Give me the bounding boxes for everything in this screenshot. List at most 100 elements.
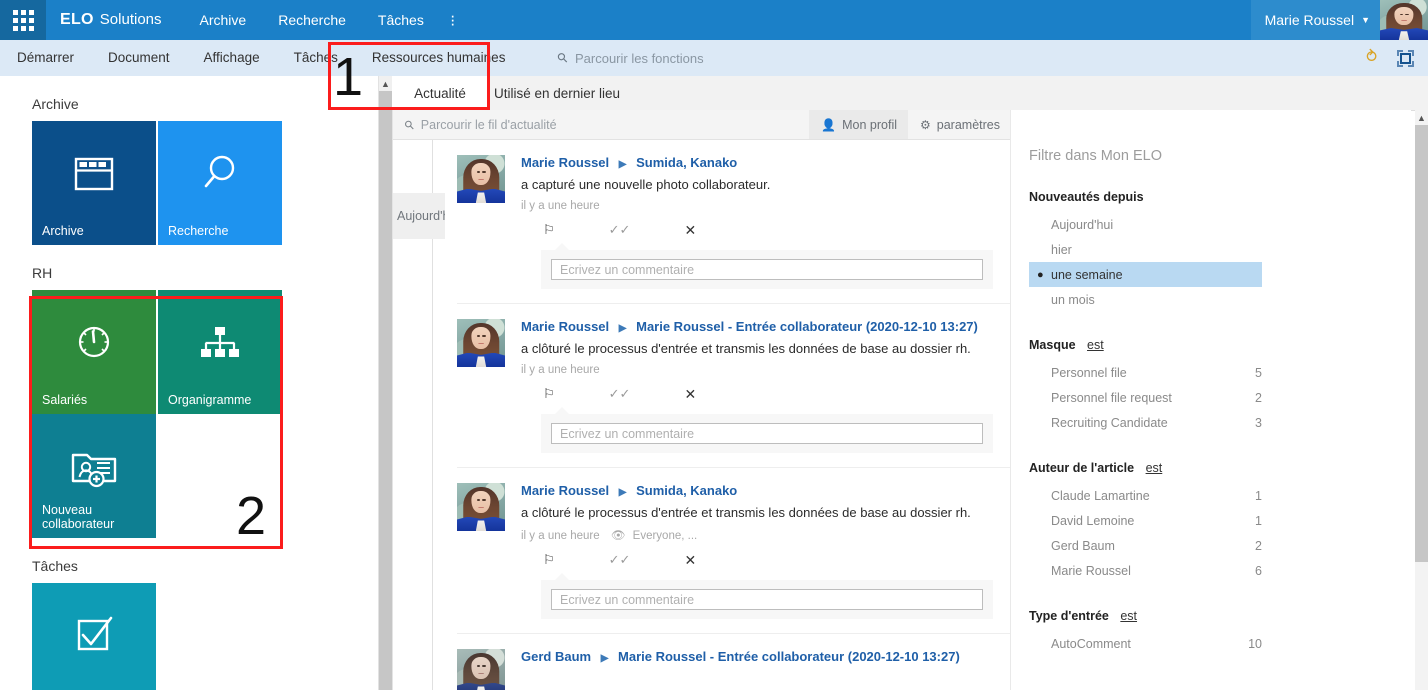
post-author[interactable]: Gerd Baum (521, 649, 591, 664)
flag-icon[interactable]: ⚐ (543, 553, 555, 567)
topnav-item-archive[interactable]: Archive (184, 0, 263, 40)
filter-row-label: Personnel file request (1051, 390, 1172, 405)
filter-row-recruiting-candidate[interactable]: Recruiting Candidate 3 (1029, 410, 1262, 435)
filter-row-count: 1 (1255, 488, 1262, 503)
ribbon-item-ressources-humaines[interactable]: Ressources humaines (355, 40, 523, 76)
refresh-currency-icon[interactable]: ⥁ (1366, 50, 1377, 66)
topnav-item-taches[interactable]: Tâches (362, 0, 440, 40)
tile-row-rh-1: Salariés Organigramme (32, 290, 378, 414)
filter-row-une-semaine[interactable]: ● une semaine (1029, 262, 1262, 287)
post-target[interactable]: Sumida, Kanako (636, 155, 737, 170)
post-time: il y a une heure (521, 200, 600, 212)
post-author[interactable]: Marie Roussel (521, 155, 609, 170)
ribbon-item-demarrer[interactable]: Démarrer (0, 40, 91, 76)
focus-frame-icon[interactable] (1397, 49, 1414, 67)
close-icon[interactable]: ✕ (684, 387, 696, 401)
user-menu-button[interactable]: Marie Roussel ▼ (1250, 0, 1380, 40)
post-meta: il y a une heure (521, 200, 993, 212)
comment-placeholder: Ecrivez un commentaire (560, 262, 695, 277)
double-check-icon[interactable]: ✓✓ (609, 223, 631, 237)
comment-input[interactable]: Ecrivez un commentaire (551, 259, 983, 280)
tile-group-title-rh: RH (32, 265, 53, 281)
comment-box: Ecrivez un commentaire (541, 573, 993, 619)
tile-sidebar: Archive Archive Recherche RH Salariés Or… (0, 76, 378, 690)
tile-archive[interactable]: Archive (32, 121, 156, 245)
tile-group-title-archive: Archive (32, 96, 79, 112)
avatar[interactable] (1380, 0, 1428, 40)
tile-label-salaries: Salariés (42, 393, 88, 407)
filter-row-personnel-file[interactable]: Personnel file 5 (1029, 360, 1262, 385)
double-check-icon[interactable]: ✓✓ (609, 387, 631, 401)
topnav-item-recherche[interactable]: Recherche (262, 0, 362, 40)
feed-body[interactable]: Aujourd'h Marie Roussel ▶ Sumida, Kanako… (393, 140, 1011, 690)
post-avatar (457, 483, 505, 531)
scrollbar-thumb[interactable] (379, 91, 392, 690)
org-chart-icon (158, 320, 282, 366)
close-icon[interactable]: ✕ (684, 553, 696, 567)
comment-input[interactable]: Ecrivez un commentaire (551, 423, 983, 444)
close-icon[interactable]: ✕ (684, 223, 696, 237)
scroll-up-arrow-icon[interactable]: ▲ (1415, 110, 1428, 125)
comment-input[interactable]: Ecrivez un commentaire (551, 589, 983, 610)
ribbon-item-taches[interactable]: Tâches (277, 40, 355, 76)
ribbon-item-document[interactable]: Document (91, 40, 187, 76)
filter-operator-est[interactable]: est (1146, 461, 1163, 475)
ribbon-menu-bar: Démarrer Document Affichage Tâches Resso… (0, 40, 1428, 76)
profile-card-icon: 👤 (821, 117, 837, 132)
post-time: il y a une heure (521, 364, 600, 376)
tile-recherche[interactable]: Recherche (158, 121, 282, 245)
archive-window-icon (32, 151, 156, 197)
feed-search-input[interactable]: ⚲ Parcourir le fil d'actualité (393, 110, 809, 139)
filter-operator-est[interactable]: est (1087, 338, 1104, 352)
post-author[interactable]: Marie Roussel (521, 483, 609, 498)
post-meta: il y a une heure 👁 Everyone, ... (521, 528, 993, 542)
top-nav: Archive Recherche Tâches · · · (184, 0, 466, 40)
filter-row-hier[interactable]: hier (1029, 237, 1262, 262)
mon-profil-button[interactable]: 👤 Mon profil (809, 110, 908, 139)
filter-row-un-mois[interactable]: un mois (1029, 287, 1262, 312)
flag-icon[interactable]: ⚐ (543, 223, 555, 237)
filter-operator-est[interactable]: est (1120, 609, 1137, 623)
arrow-right-icon: ▶ (618, 323, 627, 334)
filter-row-david-lemoine[interactable]: David Lemoine 1 (1029, 508, 1262, 533)
more-vertical-icon[interactable]: · · · (440, 7, 466, 32)
tile-nouveau-collaborateur[interactable]: Nouveau collaborateur (32, 414, 156, 538)
gear-icon: ⚙ (920, 117, 931, 132)
filter-row-count: 5 (1255, 365, 1262, 380)
tab-utilise-en-dernier-lieu[interactable]: Utilisé en dernier lieu (492, 76, 654, 110)
post-target[interactable]: Marie Roussel - Entrée collaborateur (20… (636, 319, 978, 334)
tile-taches[interactable] (32, 583, 156, 690)
filter-row-label: David Lemoine (1051, 513, 1135, 528)
filter-row-personnel-file-request[interactable]: Personnel file request 2 (1029, 385, 1262, 410)
parametres-button[interactable]: ⚙ paramètres (908, 110, 1011, 139)
post-headline: Gerd Baum ▶ Marie Roussel - Entrée colla… (521, 649, 993, 667)
ribbon-item-affichage[interactable]: Affichage (187, 40, 277, 76)
apps-grid-button[interactable] (0, 0, 46, 40)
filter-row-marie-roussel[interactable]: Marie Roussel 6 (1029, 558, 1262, 583)
post-visibility: Everyone, ... (632, 530, 698, 542)
filter-row-label: Aujourd'hui (1051, 217, 1114, 232)
double-check-icon[interactable]: ✓✓ (609, 553, 631, 567)
scroll-up-arrow-icon[interactable]: ▲ (379, 76, 392, 91)
tile-salaries[interactable]: Salariés (32, 290, 156, 414)
filter-row-autocomment[interactable]: AutoComment 10 (1029, 631, 1262, 656)
tile-organigramme[interactable]: Organigramme (158, 290, 282, 414)
flag-icon[interactable]: ⚐ (543, 387, 555, 401)
post-author[interactable]: Marie Roussel (521, 319, 609, 334)
elo-web-client: ELO Solutions Archive Recherche Tâches ·… (0, 0, 1428, 690)
function-search-input[interactable]: ⚲ Parcourir les fonctions (554, 49, 703, 66)
post-target[interactable]: Sumida, Kanako (636, 483, 737, 498)
filter-row-count: 2 (1255, 538, 1262, 553)
sidebar-scrollbar[interactable]: ▲ (378, 76, 392, 690)
filter-row-claude-lamartine[interactable]: Claude Lamartine 1 (1029, 483, 1262, 508)
post-body: Gerd Baum ▶ Marie Roussel - Entrée colla… (521, 649, 993, 690)
filter-panel-scrollbar[interactable]: ▲ (1415, 110, 1428, 690)
filter-row-gerd-baum[interactable]: Gerd Baum 2 (1029, 533, 1262, 558)
filter-group-label-text: Nouveautés depuis (1029, 190, 1144, 204)
tile-label-nouveau-line1: Nouveau (42, 503, 93, 517)
post-target[interactable]: Marie Roussel - Entrée collaborateur (20… (618, 649, 960, 664)
tab-actualite[interactable]: Actualité (392, 76, 488, 110)
filter-row-aujourdhui[interactable]: Aujourd'hui (1029, 212, 1262, 237)
scrollbar-thumb[interactable] (1415, 125, 1428, 562)
brand-elo: ELO (60, 11, 94, 28)
